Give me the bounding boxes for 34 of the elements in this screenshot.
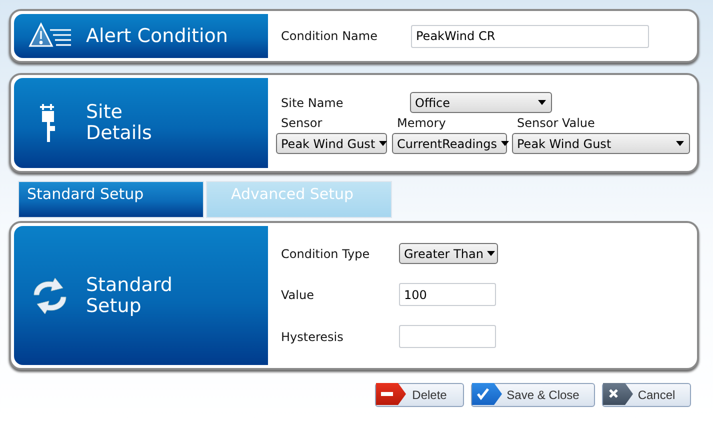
panel-title: Setup xyxy=(86,296,142,316)
dropdown[interactable]: CurrentReadings xyxy=(392,133,507,154)
panel-title: Standard xyxy=(86,274,172,296)
field-label: Site Name xyxy=(281,96,344,110)
field-label: Sensor Value xyxy=(517,116,595,130)
dropdown[interactable]: Greater Than xyxy=(399,243,498,264)
input-field[interactable]: PeakWind CR xyxy=(411,24,649,48)
dropdown[interactable]: Peak Wind Gust xyxy=(512,133,690,154)
dropdown[interactable]: Office xyxy=(410,92,552,113)
field-label: Value xyxy=(281,288,314,302)
minus-icon xyxy=(376,382,406,404)
field-label: Hysteresis xyxy=(281,330,344,344)
delete-button[interactable]: Delete xyxy=(375,383,464,407)
field-label: Condition Name xyxy=(281,29,378,43)
tab[interactable]: Standard Setup xyxy=(18,181,204,218)
caret-icon xyxy=(487,251,496,256)
cancel-button[interactable]: Cancel xyxy=(602,383,691,407)
input-field[interactable]: 100 xyxy=(399,283,496,306)
caret-icon xyxy=(501,141,510,146)
input-field[interactable] xyxy=(399,325,496,348)
dropdown[interactable]: Peak Wind Gust xyxy=(276,133,387,154)
caret-icon xyxy=(676,141,684,146)
warning-icon xyxy=(28,22,72,50)
caret-icon xyxy=(379,141,388,146)
panel-title: Alert Condition xyxy=(86,26,228,46)
field-label: Condition Type xyxy=(281,246,370,260)
caret-icon xyxy=(538,100,546,105)
panel-title: Site xyxy=(86,102,124,123)
field-label: Memory xyxy=(397,116,446,130)
panel-title: Details xyxy=(86,123,152,144)
save-button[interactable]: Save & Close xyxy=(471,383,595,407)
check-icon xyxy=(472,382,502,404)
field-label: Sensor xyxy=(281,116,322,130)
close-icon xyxy=(603,382,633,404)
